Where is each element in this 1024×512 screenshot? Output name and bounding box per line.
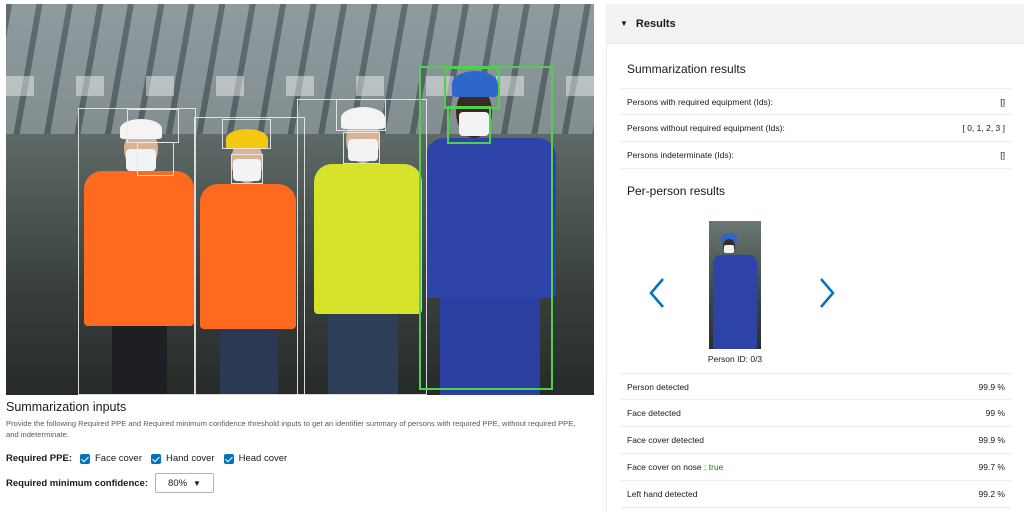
checkbox-checked-icon[interactable] (80, 453, 90, 464)
confidence-label: Required minimum confidence: (6, 477, 148, 489)
person-carousel: Person ID: 0/3 (607, 214, 1024, 374)
caret-down-icon[interactable]: ▼ (620, 19, 628, 28)
summary-row-indeterminate: Persons indeterminate (Ids): [] (621, 142, 1011, 169)
hand-cover-checkbox[interactable]: Hand cover (151, 453, 215, 464)
hand-cover-label: Hand cover (166, 453, 215, 464)
head-bbox-2 (336, 99, 386, 131)
summary-value: [] (1000, 96, 1005, 107)
input-image (6, 4, 594, 395)
detail-label: Left hand detected (627, 489, 698, 499)
head-bbox-0 (127, 109, 179, 143)
face-bbox-2 (343, 132, 380, 164)
required-ppe-row: Required PPE: Face cover Hand cover Head… (6, 453, 296, 464)
detail-value: 99.9 % (978, 435, 1005, 445)
detail-label: Face cover on nose : true (627, 462, 723, 472)
face-bbox-0 (137, 142, 174, 176)
confidence-row: Required minimum confidence: 80% ▼ (6, 473, 214, 493)
face-bbox-3 (447, 106, 491, 144)
person-thumbnail (709, 221, 761, 349)
summary-value: [] (1000, 150, 1005, 160)
detail-value: 99.9 % (978, 381, 1005, 392)
summary-value: [ 0, 1, 2, 3 ] (962, 123, 1005, 133)
head-bbox-1 (222, 119, 271, 149)
detail-row-person-detected: Person detected 99.9 % (621, 373, 1011, 400)
summarization-inputs: Summarization inputs Provide the followi… (6, 400, 594, 493)
chevron-right-icon[interactable] (817, 276, 837, 310)
required-ppe-label: Required PPE: (6, 453, 72, 464)
per-person-results-title: Per-person results (627, 184, 726, 198)
summary-label: Persons without required equipment (Ids)… (627, 123, 785, 133)
summary-row-without-equipment: Persons without required equipment (Ids)… (621, 115, 1011, 142)
confidence-select[interactable]: 80% ▼ (155, 473, 214, 493)
detail-label: Person detected (627, 381, 689, 392)
checkbox-checked-icon[interactable] (223, 453, 234, 464)
head-cover-checkbox[interactable]: Head cover (223, 453, 288, 464)
results-title: Results (635, 17, 676, 30)
head-cover-label: Head cover (238, 453, 288, 464)
true-value: true (708, 462, 724, 472)
confidence-value: 80% (168, 477, 188, 489)
results-header[interactable]: ▼ Results (607, 4, 1024, 44)
detail-label: Face detected (627, 408, 681, 418)
results-panel: ▼ Results Summarization results Persons … (606, 4, 1024, 512)
detail-row-face-cover-detected: Face cover detected 99.9 % (621, 427, 1011, 454)
face-bbox-1 (231, 154, 263, 184)
summary-label: Persons with required equipment (Ids): (627, 96, 773, 107)
chevron-left-icon[interactable] (647, 276, 667, 310)
detail-row-left-hand-detected: Left hand detected 99.2 % (621, 481, 1011, 508)
summary-label: Persons indeterminate (Ids): (627, 150, 734, 160)
detail-value: 99 % (985, 408, 1005, 418)
face-cover-label: Face cover (95, 453, 142, 464)
detail-value: 99.7 % (978, 462, 1005, 472)
face-cover-checkbox[interactable]: Face cover (80, 453, 142, 464)
detail-row-face-detected: Face detected 99 % (621, 400, 1011, 427)
detail-value: 99.2 % (978, 489, 1005, 499)
head-bbox-3 (444, 67, 500, 109)
inputs-title: Summarization inputs (6, 400, 127, 414)
detail-label-text: Face cover on nose : (627, 462, 709, 472)
left-panel: Summarization inputs Provide the followi… (0, 0, 600, 512)
person-id-label: Person ID: 0/3 (707, 354, 763, 364)
checkbox-checked-icon[interactable] (151, 453, 161, 464)
detail-label: Face cover detected (627, 435, 705, 445)
summary-row-with-equipment: Persons with required equipment (Ids): [… (621, 88, 1011, 115)
detail-row-face-cover-on-nose: Face cover on nose : true 99.7 % (621, 454, 1011, 481)
inputs-description: Provide the following Required PPE and R… (6, 419, 576, 439)
summarization-results-title: Summarization results (627, 62, 746, 76)
caret-down-icon: ▼ (193, 478, 201, 488)
